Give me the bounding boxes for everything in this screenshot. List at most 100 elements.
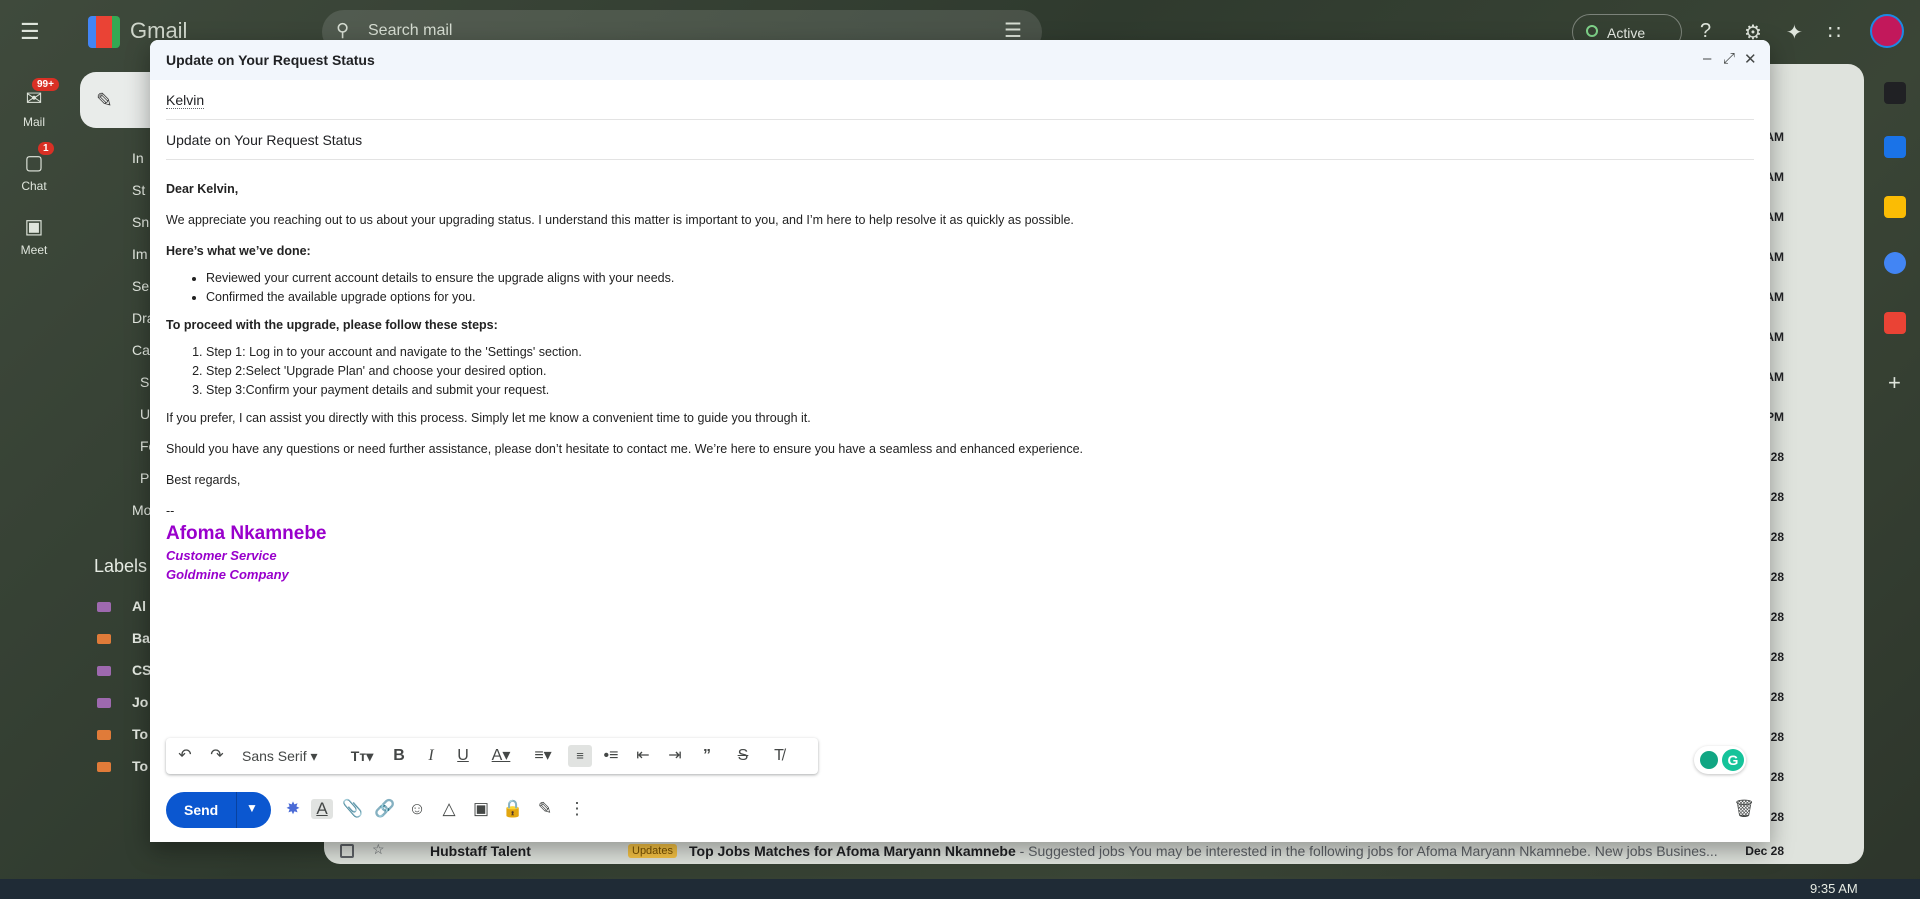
more-options-icon[interactable]: ⋮ xyxy=(566,799,588,819)
align-icon[interactable]: ≡▾ xyxy=(526,745,560,767)
minimize-icon[interactable]: – xyxy=(1703,50,1711,67)
rail-meet[interactable]: ▣ Meet xyxy=(6,214,62,257)
add-addon-icon[interactable]: + xyxy=(1888,370,1901,396)
italic-icon[interactable]: I xyxy=(420,745,442,767)
sidebar-item-4[interactable]: Se xyxy=(132,278,149,294)
compose-title: Update on Your Request Status xyxy=(166,52,375,68)
formatting-toolbar: ↶ ↷ Sans Serif ▾ Tᴛ▾ B I U A▾ ≡▾ ≡ •≡ ⇤ … xyxy=(166,738,818,774)
label-color-icon xyxy=(97,698,111,708)
quote-icon[interactable]: ” xyxy=(696,745,718,767)
row-subject: Top Jobs Matches for Afoma Maryann Nkamn… xyxy=(689,843,1016,859)
rail-chat[interactable]: ▢ Chat xyxy=(6,150,62,193)
schedule-send-chevron-icon[interactable]: ▼ xyxy=(246,801,258,815)
table-row[interactable]: ☆ Hubstaff Talent Updates Top Jobs Match… xyxy=(324,838,1864,866)
formatting-options-icon[interactable]: A xyxy=(311,799,333,819)
side-panel: + xyxy=(1868,64,1920,864)
label-item[interactable]: Ba xyxy=(132,630,150,646)
sidebar-item-0[interactable]: In xyxy=(132,150,144,166)
bulleted-list-icon[interactable]: •≡ xyxy=(600,745,622,767)
message-body[interactable]: Dear Kelvin, We appreciate you reaching … xyxy=(166,182,1754,584)
mail-unread-badge: 99+ xyxy=(32,78,59,91)
font-family-select[interactable]: Sans Serif ▾ xyxy=(242,745,338,767)
main-menu-icon[interactable]: ☰ xyxy=(20,20,44,44)
search-input[interactable]: Search mail xyxy=(368,22,452,40)
row-checkbox[interactable] xyxy=(340,844,354,858)
compose-header[interactable]: Update on Your Request Status – ⤢ ✕ xyxy=(150,40,1770,80)
indent-more-icon[interactable]: ⇥ xyxy=(664,745,686,767)
label-item[interactable]: Al xyxy=(132,598,146,614)
signature-separator: -- xyxy=(166,504,175,518)
list-item: Reviewed your current account details to… xyxy=(206,269,1754,288)
sidebar-item-8[interactable]: U xyxy=(140,406,150,422)
font-size-icon[interactable]: Tᴛ▾ xyxy=(344,745,380,767)
grammarly-bulb-icon[interactable] xyxy=(1700,751,1718,769)
sidebar-item-6[interactable]: Ca xyxy=(132,342,150,358)
indent-less-icon[interactable]: ⇤ xyxy=(632,745,654,767)
insert-link-icon[interactable]: 🔗 xyxy=(374,799,396,819)
sidebar-item-7[interactable]: S xyxy=(140,374,149,390)
discard-draft-trash-icon[interactable]: 🗑 xyxy=(1733,799,1755,819)
status-dot-icon xyxy=(1586,25,1598,37)
grammarly-widget[interactable]: G xyxy=(1694,746,1746,774)
remove-formatting-icon[interactable]: T̸ xyxy=(768,745,790,767)
calendar-icon[interactable] xyxy=(1884,136,1906,158)
keep-icon[interactable] xyxy=(1884,196,1906,218)
sidebar-item-3[interactable]: Im xyxy=(132,246,148,262)
bold-icon[interactable]: B xyxy=(388,745,410,767)
confidential-mode-icon[interactable]: 🔒 xyxy=(502,799,524,819)
label-item[interactable]: CS xyxy=(132,662,151,678)
sidebar-item-11[interactable]: Mo xyxy=(132,502,151,518)
emoji-icon[interactable]: ☺ xyxy=(406,799,428,819)
sidebar-item-2[interactable]: Sn xyxy=(132,214,149,230)
done-list: Reviewed your current account details to… xyxy=(206,269,1754,307)
gemini-sparkle-icon[interactable]: ✦ xyxy=(1786,20,1803,45)
chat-unread-badge: 1 xyxy=(38,142,54,155)
tasks-icon[interactable] xyxy=(1884,252,1906,274)
signature-company: Goldmine Company xyxy=(166,567,289,582)
label-item[interactable]: To xyxy=(132,758,148,774)
label-item[interactable]: To xyxy=(132,726,148,742)
ai-assist-icon[interactable]: ✸ xyxy=(282,799,304,819)
sidebar-item-10[interactable]: P xyxy=(140,470,149,486)
subject-field[interactable]: Update on Your Request Status xyxy=(166,132,362,148)
list-item: Step 2:Select 'Upgrade Plan' and choose … xyxy=(206,362,1754,381)
grammarly-logo-icon[interactable]: G xyxy=(1722,749,1744,771)
text-color-icon[interactable]: A▾ xyxy=(484,745,518,767)
drive-icon[interactable]: △ xyxy=(438,799,460,819)
body-done-heading: Here’s what we’ve done: xyxy=(166,244,311,258)
star-icon[interactable]: ☆ xyxy=(372,841,385,858)
search-icon[interactable]: ⚲ xyxy=(336,20,349,41)
account-avatar[interactable] xyxy=(1870,14,1904,48)
signature-pen-icon[interactable]: ✎ xyxy=(534,799,556,819)
redo-icon[interactable]: ↷ xyxy=(206,745,228,767)
compose-window: Update on Your Request Status – ⤢ ✕ Kelv… xyxy=(150,40,1770,842)
contacts-icon[interactable] xyxy=(1884,312,1906,334)
underline-icon[interactable]: U xyxy=(452,745,474,767)
apps-grid-icon[interactable]: ∷ xyxy=(1828,20,1841,45)
chat-icon: ▢ xyxy=(24,152,44,174)
attach-file-icon[interactable]: 📎 xyxy=(342,799,364,819)
collapse-panel-icon[interactable] xyxy=(1884,82,1906,104)
sidebar-item-1[interactable]: St xyxy=(132,182,145,198)
undo-icon[interactable]: ↶ xyxy=(174,745,196,767)
strikethrough-icon[interactable]: S xyxy=(732,745,754,767)
label-color-icon xyxy=(97,730,111,740)
label-color-icon xyxy=(97,602,111,612)
os-taskbar xyxy=(0,879,1920,899)
labels-heading: Labels xyxy=(94,556,148,576)
numbered-list-icon[interactable]: ≡ xyxy=(568,745,592,767)
rail-mail[interactable]: ✉ Mail xyxy=(6,86,62,129)
to-recipient-chip[interactable]: Kelvin xyxy=(166,92,205,109)
list-item: Step 3:Confirm your payment details and … xyxy=(206,381,1754,400)
body-intro: We appreciate you reaching out to us abo… xyxy=(166,213,1074,227)
list-item: Step 1: Log in to your account and navig… xyxy=(206,343,1754,362)
close-icon[interactable]: ✕ xyxy=(1744,50,1757,68)
gmail-logo-icon[interactable] xyxy=(88,16,120,48)
label-color-icon xyxy=(97,666,111,676)
font-family-value: Sans Serif xyxy=(242,748,307,764)
divider xyxy=(166,159,1754,160)
pop-out-icon[interactable]: ⤢ xyxy=(1723,50,1735,67)
send-button[interactable]: Send ▼ xyxy=(166,792,271,828)
insert-photo-icon[interactable]: ▣ xyxy=(470,799,492,819)
label-item[interactable]: Jo xyxy=(132,694,148,710)
